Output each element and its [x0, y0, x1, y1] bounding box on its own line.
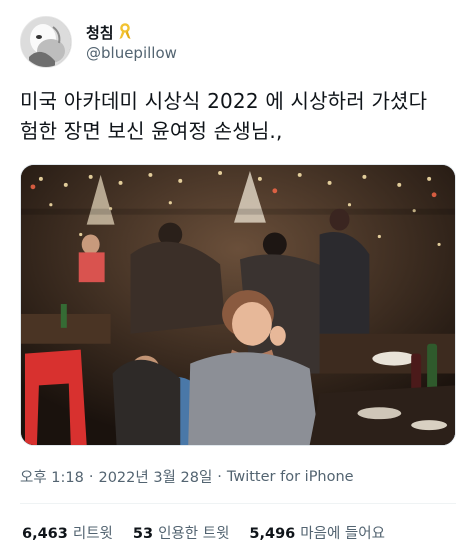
tweet-time[interactable]: 오후 1:18	[20, 466, 84, 487]
tweet-header: 청침 @bluepillow	[20, 16, 460, 72]
display-name[interactable]: 청침	[86, 22, 114, 43]
retweet-label: 리트윗	[72, 526, 113, 542]
avatar-image	[21, 17, 71, 67]
tweet-meta: 오후 1:18 · 2022년 3월 28일 · Twitter for iPh…	[20, 466, 354, 487]
like-count: 5,496	[249, 526, 296, 542]
like-label: 마음에 들어요	[300, 526, 385, 542]
tweet-source[interactable]: Twitter for iPhone	[227, 469, 354, 485]
tweet-date[interactable]: 2022년 3월 28일	[98, 466, 212, 487]
avatar[interactable]	[20, 16, 72, 68]
photo-image	[21, 165, 455, 445]
quote-count: 53	[132, 526, 154, 542]
retweets-stat[interactable]: 6,463 리트윗	[22, 522, 113, 543]
retweet-count: 6,463	[22, 526, 68, 542]
quote-label: 인용한 트윗	[158, 526, 230, 542]
meta-separator: ·	[217, 468, 222, 485]
tweet-text: 미국 아카데미 시상식 2022 에 시상하러 가셨다 험한 장면 보신 윤여정…	[20, 89, 428, 143]
user-handle[interactable]: @bluepillow	[86, 44, 177, 62]
tweet-photo[interactable]	[20, 164, 456, 446]
divider	[20, 503, 456, 504]
meta-separator: ·	[88, 468, 94, 485]
quote-tweets-stat[interactable]: 53 인용한 트윗	[133, 522, 230, 543]
tweet-stats: 6,463 리트윗 53 인용한 트윗 5,496 마음에 들어요	[22, 522, 405, 543]
yellow-ribbon-icon	[118, 23, 132, 41]
likes-stat[interactable]: 5,496 마음에 들어요	[249, 522, 385, 543]
